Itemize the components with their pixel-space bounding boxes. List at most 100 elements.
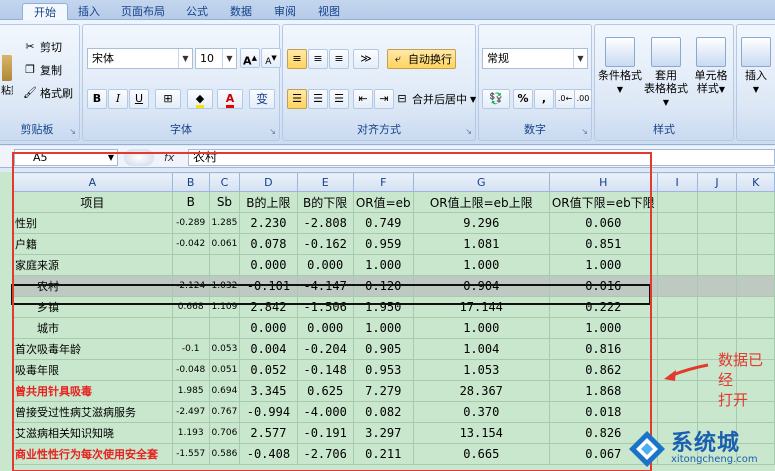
- tab-data[interactable]: 数据: [222, 3, 260, 20]
- fill-color-button[interactable]: ◆: [187, 89, 213, 109]
- empty-cell[interactable]: [696, 296, 738, 318]
- cell-styles-button[interactable]: 单元格 样式▼: [689, 37, 733, 96]
- tab-view[interactable]: 视图: [310, 3, 348, 20]
- value-cell[interactable]: 0.706: [208, 422, 241, 444]
- value-cell[interactable]: 1.000: [548, 254, 658, 276]
- empty-cell[interactable]: [736, 233, 775, 255]
- value-cell[interactable]: 0.120: [352, 275, 414, 297]
- value-cell[interactable]: 0.694: [208, 380, 241, 402]
- header-cell[interactable]: 项目: [12, 191, 173, 213]
- header-cell[interactable]: B的上限: [239, 191, 298, 213]
- percent-button[interactable]: %: [513, 89, 533, 109]
- value-cell[interactable]: 0.767: [208, 401, 241, 423]
- align-top-button[interactable]: ≡: [287, 49, 307, 69]
- value-cell[interactable]: -0.1: [171, 338, 210, 360]
- empty-cell[interactable]: [656, 212, 698, 234]
- row-label-cell[interactable]: 城市: [12, 317, 173, 339]
- value-cell[interactable]: 0.211: [352, 443, 414, 465]
- value-cell[interactable]: 0.953: [352, 359, 414, 381]
- value-cell[interactable]: -4.147: [296, 275, 354, 297]
- copy-button[interactable]: ❐ 复制: [23, 62, 62, 78]
- empty-cell[interactable]: [656, 338, 698, 360]
- comma-button[interactable]: ,: [534, 89, 554, 109]
- value-cell[interactable]: 1.000: [548, 317, 658, 339]
- value-cell[interactable]: 0.052: [239, 359, 298, 381]
- font-name-select[interactable]: 宋体 ▼: [87, 48, 193, 69]
- phonetic-button[interactable]: 变: [249, 89, 275, 109]
- row-label-cell[interactable]: 曾接受过性病艾滋病服务: [12, 401, 173, 423]
- value-cell[interactable]: [171, 254, 210, 276]
- empty-cell[interactable]: [736, 254, 775, 276]
- row-label-cell[interactable]: 商业性性行为每次使用安全套: [12, 443, 173, 465]
- increase-decimal-button[interactable]: .0←: [555, 89, 575, 109]
- value-cell[interactable]: 0.959: [352, 233, 414, 255]
- value-cell[interactable]: 0.060: [548, 212, 658, 234]
- orientation-button[interactable]: ≫: [353, 49, 379, 69]
- font-launcher-icon[interactable]: ↘: [269, 127, 276, 136]
- empty-cell[interactable]: [696, 191, 738, 213]
- value-cell[interactable]: 9.296: [412, 212, 550, 234]
- value-cell[interactable]: 0.904: [412, 275, 550, 297]
- insert-cells-button[interactable]: 插入 ▼: [739, 37, 773, 96]
- row-label-cell[interactable]: 乡镇: [12, 296, 173, 318]
- value-cell[interactable]: -0.048: [171, 359, 210, 381]
- value-cell[interactable]: -0.204: [296, 338, 354, 360]
- column-header-g[interactable]: G: [412, 172, 550, 192]
- value-cell[interactable]: 0.016: [548, 275, 658, 297]
- empty-cell[interactable]: [656, 296, 698, 318]
- empty-cell[interactable]: [696, 233, 738, 255]
- value-cell[interactable]: -1.506: [296, 296, 354, 318]
- empty-cell[interactable]: [696, 212, 738, 234]
- value-cell[interactable]: 0.816: [548, 338, 658, 360]
- empty-cell[interactable]: [656, 233, 698, 255]
- row-label-cell[interactable]: 吸毒年限: [12, 359, 173, 381]
- empty-cell[interactable]: [736, 296, 775, 318]
- number-format-select[interactable]: 常规 ▼: [482, 48, 588, 69]
- italic-button[interactable]: I: [108, 89, 128, 109]
- value-cell[interactable]: 7.279: [352, 380, 414, 402]
- alignment-launcher-icon[interactable]: ↘: [465, 127, 472, 136]
- empty-cell[interactable]: [736, 191, 775, 213]
- value-cell[interactable]: 2.842: [239, 296, 298, 318]
- font-color-button[interactable]: A: [217, 89, 243, 109]
- value-cell[interactable]: -4.000: [296, 401, 354, 423]
- row-label-cell[interactable]: 农村: [12, 275, 173, 297]
- value-cell[interactable]: 0.082: [352, 401, 414, 423]
- header-cell[interactable]: B的下限: [296, 191, 354, 213]
- value-cell[interactable]: 0.668: [171, 296, 210, 318]
- value-cell[interactable]: -2.808: [296, 212, 354, 234]
- empty-cell[interactable]: [736, 317, 775, 339]
- borders-button[interactable]: ⊞: [155, 89, 181, 109]
- value-cell[interactable]: -0.289: [171, 212, 210, 234]
- value-cell[interactable]: -1.557: [171, 443, 210, 465]
- increase-indent-button[interactable]: ⇥: [374, 89, 394, 109]
- column-header-e[interactable]: E: [296, 172, 354, 192]
- value-cell[interactable]: -0.408: [239, 443, 298, 465]
- column-header-h[interactable]: H: [548, 172, 658, 192]
- value-cell[interactable]: -0.191: [296, 422, 354, 444]
- value-cell[interactable]: 0.586: [208, 443, 241, 465]
- align-left-button[interactable]: ☰: [287, 89, 307, 109]
- value-cell[interactable]: 1.081: [412, 233, 550, 255]
- align-bottom-button[interactable]: ≡: [329, 49, 349, 69]
- value-cell[interactable]: 3.345: [239, 380, 298, 402]
- column-header-j[interactable]: J: [696, 172, 738, 192]
- column-header-f[interactable]: F: [352, 172, 414, 192]
- formula-input[interactable]: 农村: [188, 149, 775, 166]
- value-cell[interactable]: 0.625: [296, 380, 354, 402]
- empty-cell[interactable]: [696, 275, 738, 297]
- conditional-format-button[interactable]: 条件格式 ▼: [597, 37, 643, 96]
- header-cell[interactable]: B: [171, 191, 210, 213]
- accounting-format-button[interactable]: 💱: [482, 89, 510, 109]
- column-header-k[interactable]: K: [736, 172, 775, 192]
- column-header-a[interactable]: A: [12, 172, 173, 192]
- value-cell[interactable]: 1.000: [412, 254, 550, 276]
- tab-page-layout[interactable]: 页面布局: [112, 3, 174, 20]
- value-cell[interactable]: -0.042: [171, 233, 210, 255]
- clipboard-launcher-icon[interactable]: ↘: [69, 127, 76, 136]
- value-cell[interactable]: 1.868: [548, 380, 658, 402]
- value-cell[interactable]: -0.162: [296, 233, 354, 255]
- value-cell[interactable]: 1.000: [412, 317, 550, 339]
- header-cell[interactable]: OR值下限=eb下限: [548, 191, 658, 213]
- value-cell[interactable]: 0.061: [208, 233, 241, 255]
